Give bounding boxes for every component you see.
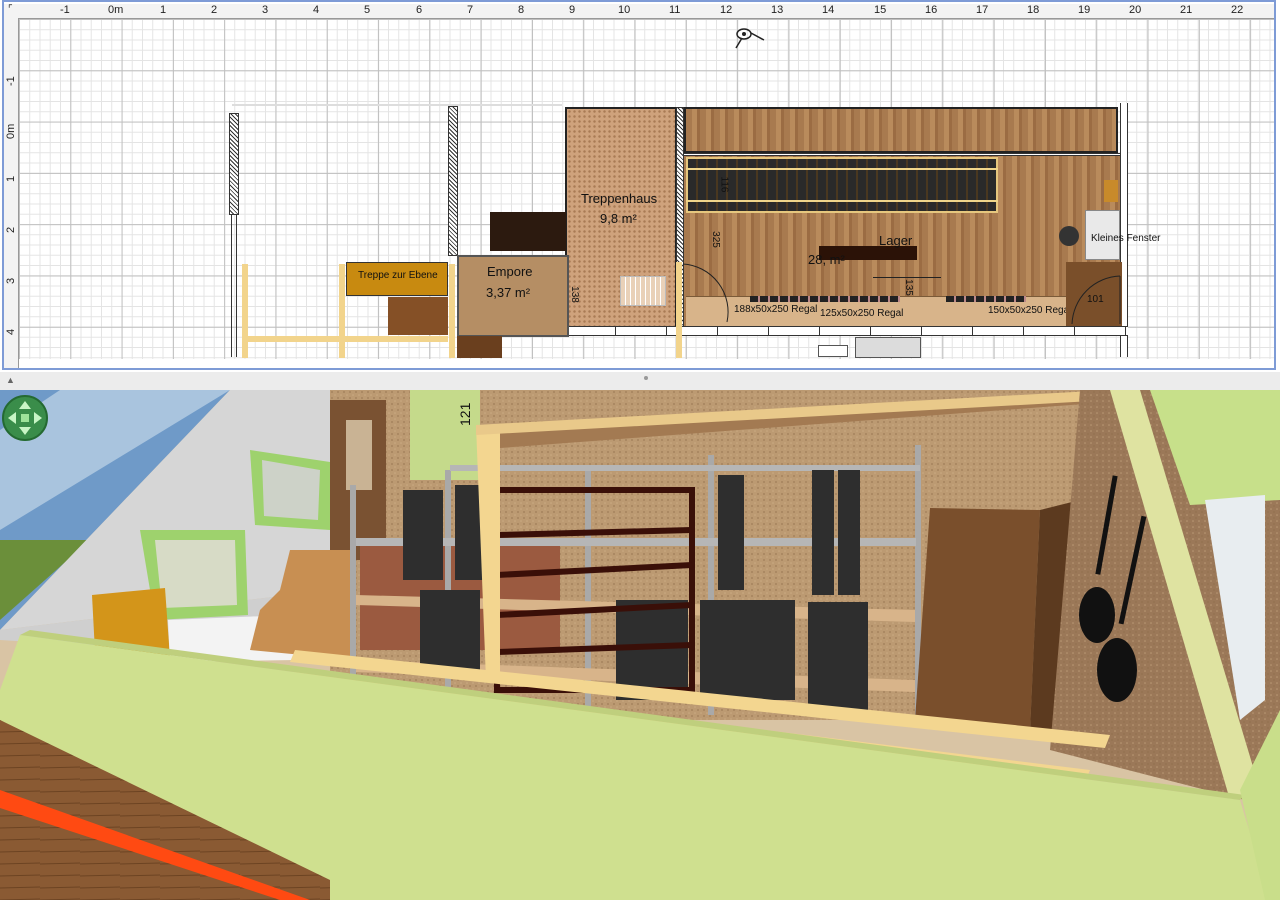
- door-window: [346, 420, 372, 490]
- railing[interactable]: [449, 264, 455, 358]
- ruler-label: -1: [60, 4, 70, 16]
- dimension-label: 138: [568, 286, 580, 303]
- ruler-label: 19: [1078, 4, 1091, 16]
- ruler-label: 3: [262, 4, 269, 16]
- room-name: Empore: [487, 264, 533, 279]
- wall[interactable]: [229, 113, 239, 215]
- wall[interactable]: [231, 215, 237, 357]
- fixture[interactable]: [855, 337, 921, 358]
- desk[interactable]: [490, 212, 566, 251]
- ruler-label: 21: [1180, 4, 1193, 16]
- mirror-glass: [155, 540, 237, 608]
- shelf-label: 188x50x250 Regal: [734, 304, 818, 315]
- 3d-view[interactable]: 121: [0, 390, 1280, 900]
- navigation-arrows-glyph: [6, 399, 44, 437]
- door-swing-icon: [682, 263, 729, 323]
- wall[interactable]: [565, 326, 1128, 336]
- ruler-label: 1: [5, 175, 17, 182]
- chest[interactable]: [457, 336, 502, 358]
- vertical-ruler: -1 0m 1 2 3 4: [4, 18, 19, 368]
- window-glass: [262, 460, 320, 520]
- dimension-label: 116: [718, 176, 730, 193]
- room-area: 28, m²: [808, 252, 845, 267]
- room-area: 3,37 m²: [486, 285, 531, 300]
- camera-icon[interactable]: [732, 22, 772, 52]
- navigation-arrows-icon[interactable]: [2, 395, 48, 441]
- radiator[interactable]: [620, 276, 666, 306]
- shelf-items: [750, 296, 900, 302]
- dimension-label: 121: [457, 402, 473, 426]
- railing[interactable]: [242, 336, 448, 342]
- ruler-label: 16: [925, 4, 938, 16]
- ruler-label: 14: [822, 4, 835, 16]
- ruler-label: 1: [160, 4, 167, 16]
- ruler-label: 2: [211, 4, 218, 16]
- ruler-label: 7: [467, 4, 474, 16]
- ruler-label: 15: [874, 4, 887, 16]
- window-label: Kleines Fenster: [1091, 233, 1161, 244]
- shelf-items: [946, 296, 1026, 302]
- ruler-label: 12: [720, 4, 733, 16]
- ruler-label: 11: [669, 4, 681, 16]
- ruler-label: 4: [5, 328, 17, 335]
- ruler-label: 22: [1231, 4, 1244, 16]
- collapse-arrow-icon[interactable]: ▲: [6, 375, 15, 385]
- ruler-label: -1: [5, 76, 17, 86]
- horizontal-ruler: ⌜ -1 0m 1 2 3 4 5 6 7 8 9 10 11 12 13 14…: [4, 4, 1274, 19]
- dimension-label: 101: [1087, 294, 1104, 305]
- shelf[interactable]: [686, 157, 998, 213]
- ruler-label: 9: [569, 4, 576, 16]
- ruler-label: 0m: [5, 123, 17, 139]
- ruler-label: 8: [518, 4, 525, 16]
- fixture[interactable]: [818, 345, 848, 357]
- railing[interactable]: [242, 264, 248, 358]
- ruler-label: 18: [1027, 4, 1040, 16]
- wall[interactable]: [448, 106, 458, 256]
- pane-splitter[interactable]: ▲: [0, 372, 1280, 391]
- splitter-handle[interactable]: [644, 376, 648, 380]
- roof-beam[interactable]: [684, 107, 1118, 153]
- stairs-label: Treppe zur Ebene: [358, 270, 438, 281]
- shelf-label: 150x50x250 Regal: [988, 305, 1072, 316]
- cabinet[interactable]: [1104, 180, 1118, 202]
- shelf-board: [686, 200, 998, 202]
- railing[interactable]: [676, 262, 682, 358]
- dimension-label: 325: [709, 231, 721, 248]
- shelf-label: 125x50x250 Regal: [820, 308, 904, 319]
- ruler-label: 6: [416, 4, 423, 16]
- dimension-label: 135: [902, 279, 914, 296]
- 3d-scene: 121: [0, 390, 1280, 900]
- plan-view[interactable]: ⌜ -1 0m 1 2 3 4 5 6 7 8 9 10 11 12 13 14…: [0, 0, 1280, 373]
- room-name: Treppenhaus: [581, 191, 658, 206]
- dimension-line: [873, 277, 941, 278]
- ruler-label: 17: [976, 4, 989, 16]
- wall-outline: [232, 104, 562, 106]
- ruler-corner-icon: ⌜: [8, 4, 13, 15]
- ruler-label: 0m: [108, 4, 124, 16]
- storage-door: [915, 508, 1040, 730]
- ruler-label: 13: [771, 4, 784, 16]
- room-area: 9,8 m²: [600, 211, 637, 226]
- room-name: Lager: [879, 233, 913, 248]
- railing[interactable]: [339, 264, 345, 358]
- ruler-label: 4: [313, 4, 320, 16]
- shelf-board: [686, 168, 998, 170]
- ruler-label: 3: [5, 277, 17, 284]
- stairs-lower[interactable]: [388, 297, 448, 335]
- ruler-label: 2: [5, 226, 17, 233]
- ruler-label: 5: [364, 4, 371, 16]
- lamp[interactable]: [1059, 226, 1079, 246]
- ruler-label: 10: [618, 4, 631, 16]
- ruler-label: 20: [1129, 4, 1142, 16]
